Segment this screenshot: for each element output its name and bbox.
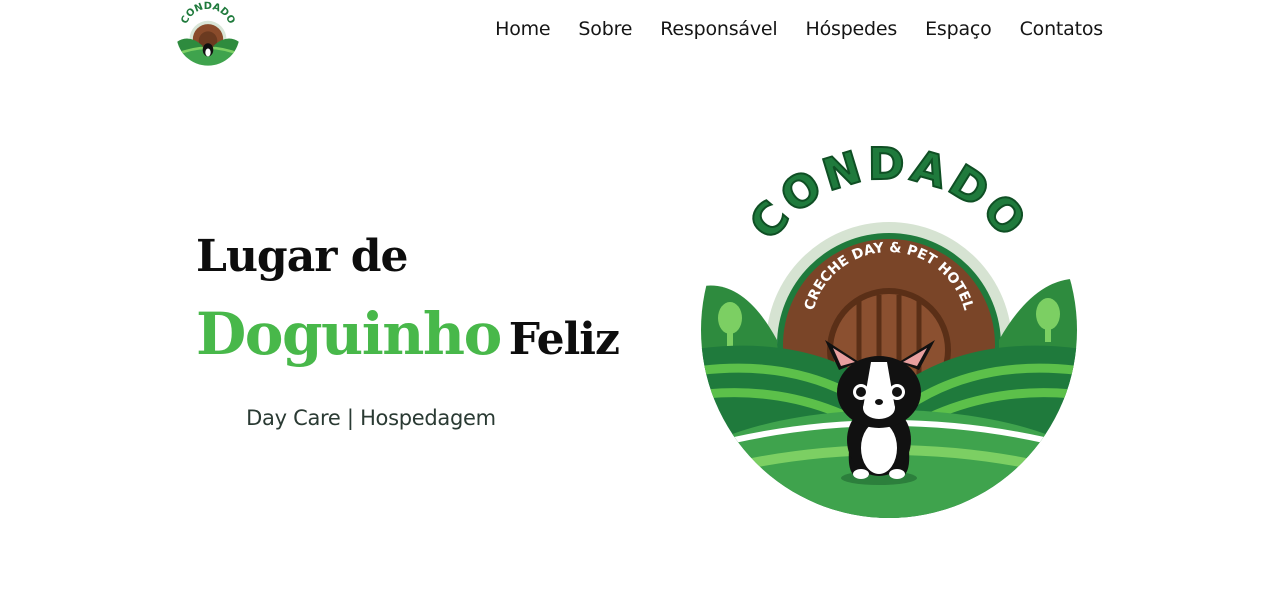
navbar: CONDADO Home Sobre Responsável Hóspedes … — [0, 0, 1280, 68]
nav-link-sobre[interactable]: Sobre — [578, 18, 632, 40]
nav-link-responsavel[interactable]: Responsável — [660, 18, 777, 40]
nav-link-contatos[interactable]: Contatos — [1020, 18, 1104, 40]
headline-highlight: Doguinho — [196, 300, 502, 368]
nav-logo-link[interactable]: CONDADO — [174, 1, 242, 67]
headline-line2: Doguinho Feliz — [196, 294, 636, 383]
headline-line1: Lugar de — [196, 231, 408, 282]
nav-link-hospedes[interactable]: Hóspedes — [805, 18, 897, 40]
condado-logo-small: CONDADO — [176, 1, 240, 66]
condado-logo-large: CONDADO CRECHE DAY & PET HOTEL — [700, 138, 1078, 519]
hero-logo: CONDADO CRECHE DAY & PET HOTEL — [699, 138, 1079, 520]
nav-link-espaco[interactable]: Espaço — [925, 18, 992, 40]
nav-menu: Home Sobre Responsável Hóspedes Espaço C… — [495, 18, 1103, 40]
hero-text: Lugar de Doguinho Feliz Day Care | Hosped… — [196, 222, 636, 430]
hero-headline: Lugar de Doguinho Feliz — [196, 222, 636, 383]
headline-line2-end: Feliz — [508, 314, 620, 365]
hero-tagline: Day Care | Hospedagem — [246, 406, 496, 430]
nav-link-home[interactable]: Home — [495, 18, 551, 40]
